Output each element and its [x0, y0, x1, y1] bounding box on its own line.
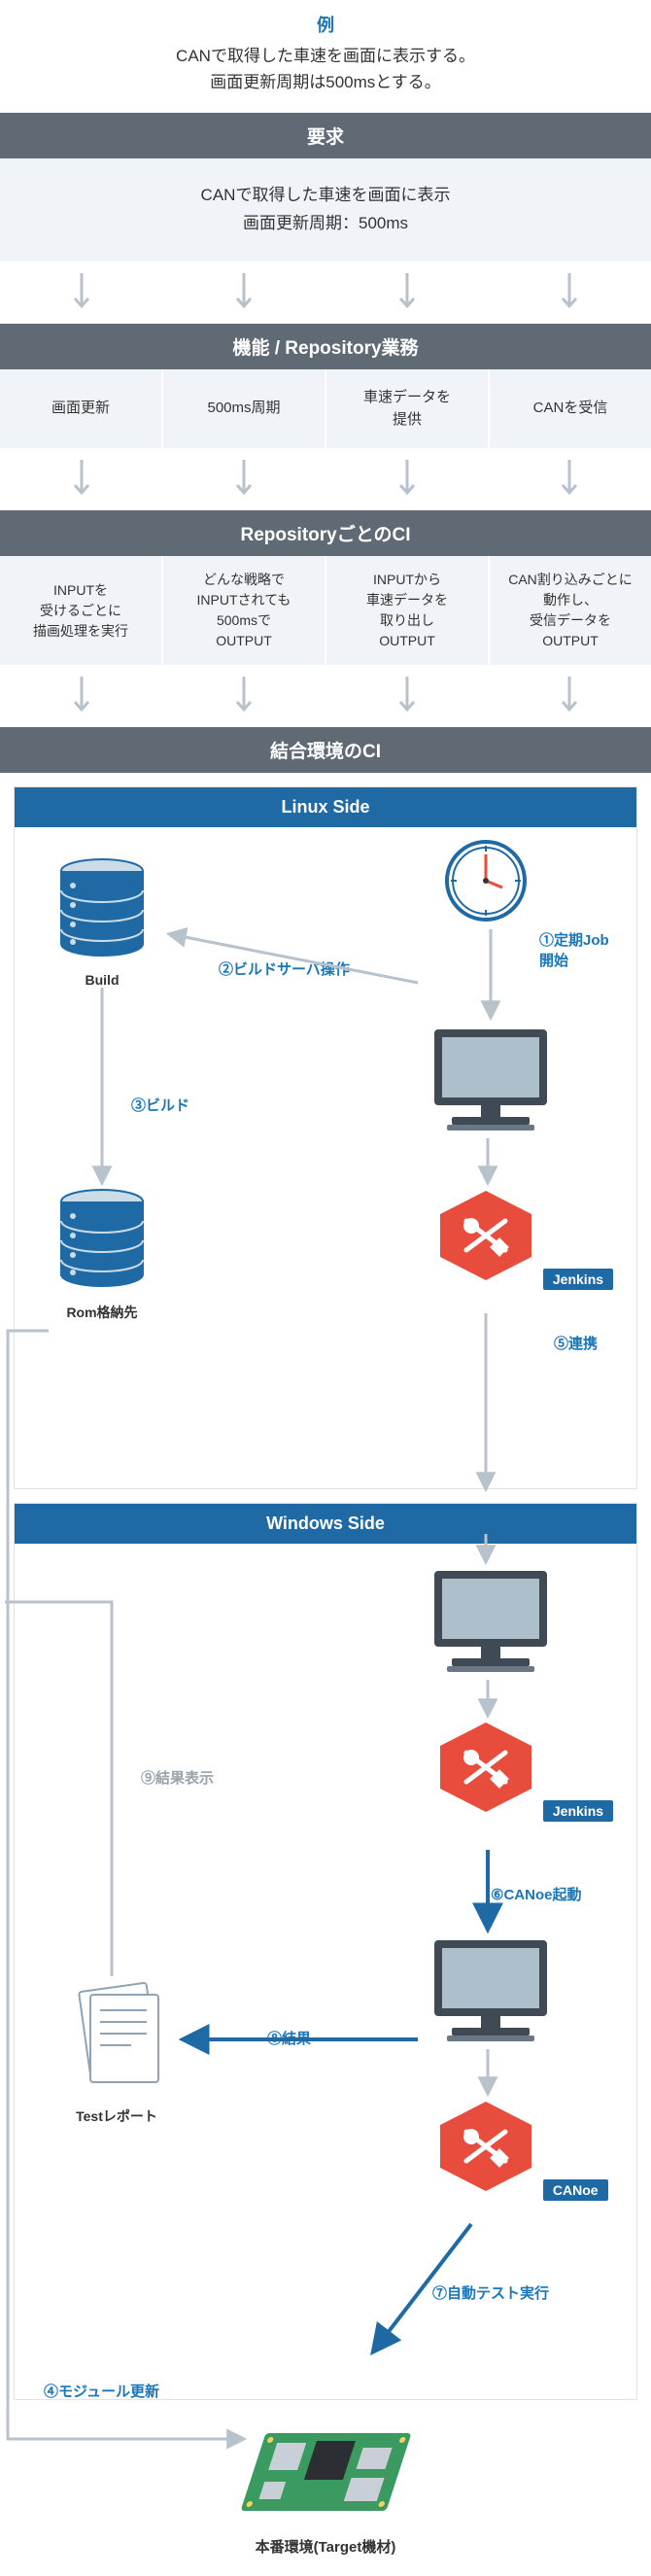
down-arrow-icon	[233, 675, 255, 717]
arrow-row-2	[0, 448, 651, 510]
linux-panel: Linux Side Build	[14, 786, 637, 1489]
down-arrow-icon	[559, 271, 580, 314]
down-arrow-icon	[396, 675, 418, 717]
ci-cell: INPUTから 車速データを 取り出し OUTPUT	[326, 556, 490, 665]
down-arrow-icon	[71, 271, 92, 314]
canoe-node: CANoe	[432, 2098, 608, 2201]
arrow-row-3	[0, 665, 651, 727]
jenkins-linux-node: Jenkins	[432, 1187, 613, 1290]
ci-cell-text: CAN割り込みごとに 動作し、 受信データを OUTPUT	[508, 570, 633, 651]
step-8-label: ⑧結果	[267, 2028, 311, 2048]
example-desc-2: 画面更新周期は500msとする。	[210, 73, 441, 91]
build-label: Build	[53, 972, 151, 988]
clock-icon	[442, 837, 530, 924]
computer-node-win1	[423, 1563, 559, 1683]
jenkins-label: Jenkins	[543, 1269, 613, 1290]
computer-icon	[423, 1932, 559, 2049]
step-1-label: ①定期Job 開始	[539, 929, 609, 970]
canoe-icon	[432, 2098, 539, 2195]
windows-panel: Windows Side Jenkins	[14, 1503, 637, 2400]
func-cell: 車速データを 提供	[326, 369, 490, 448]
func-cell-text: CANを受信	[533, 398, 608, 420]
canoe-label: CANoe	[543, 2179, 608, 2201]
integration-diagram: Linux Side Build	[0, 786, 651, 2576]
computer-icon	[423, 1563, 559, 1680]
step-4-label: ④モジュール更新	[44, 2381, 159, 2401]
example-label: 例	[0, 0, 651, 43]
test-report-node: Testレポート	[63, 1981, 170, 2126]
target-node	[228, 2414, 423, 2530]
functions-row: 画面更新 500ms周期 車速データを 提供 CANを受信	[0, 369, 651, 448]
func-cell: 500ms周期	[163, 369, 326, 448]
board-icon	[228, 2414, 423, 2530]
step-9-label: ⑨結果表示	[141, 1767, 214, 1788]
bar-ci-repo: RepositoryごとのCI	[0, 510, 651, 556]
linux-panel-body: Build Rom格納先	[15, 827, 636, 1488]
database-icon	[53, 1187, 151, 1294]
database-icon	[53, 856, 151, 963]
computer-icon	[423, 1022, 559, 1138]
jenkins-win-label: Jenkins	[543, 1800, 613, 1822]
document-icon	[63, 1981, 170, 2098]
step-7-label: ⑦自動テスト実行	[432, 2282, 549, 2303]
jenkins-win-node: Jenkins	[432, 1719, 613, 1822]
down-arrow-icon	[559, 675, 580, 717]
ci-cell: INPUTを 受けるごとに 描画処理を実行	[0, 556, 163, 665]
down-arrow-icon	[71, 458, 92, 501]
rom-node: Rom格納先	[53, 1187, 151, 1322]
func-cell-text: 500ms周期	[207, 398, 280, 420]
ci-cell-text: INPUTから 車速データを 取り出し OUTPUT	[366, 570, 448, 651]
down-arrow-icon	[396, 458, 418, 501]
example-description: CANで取得した車速を画面に表示する。 画面更新周期は500msとする。	[0, 43, 651, 113]
func-cell: CANを受信	[490, 369, 651, 448]
func-cell-text: 画面更新	[51, 398, 110, 420]
windows-panel-body: Jenkins CANoe	[15, 1544, 636, 2399]
target-label: 本番環境(Target機材)	[0, 2530, 651, 2576]
example-desc-1: CANで取得した車速を画面に表示する。	[176, 47, 475, 65]
step-6-label: ⑥CANoe起動	[491, 1884, 581, 1904]
down-arrow-icon	[233, 271, 255, 314]
build-node: Build	[53, 856, 151, 988]
computer-node-linux1	[423, 1022, 559, 1141]
arrow-row-1	[0, 261, 651, 324]
down-arrow-icon	[559, 458, 580, 501]
step-3-label: ③ビルド	[131, 1095, 189, 1115]
down-arrow-icon	[71, 675, 92, 717]
req-line-1: CANで取得した車速を画面に表示	[201, 186, 451, 204]
bar-functions: 機能 / Repository業務	[0, 324, 651, 369]
jenkins-icon	[432, 1719, 539, 1816]
ci-cell-text: どんな戦略で INPUTされても 500msで OUTPUT	[197, 570, 291, 651]
func-cell: 画面更新	[0, 369, 163, 448]
clock-node	[442, 837, 530, 927]
bar-requirements: 要求	[0, 113, 651, 158]
windows-panel-head: Windows Side	[15, 1504, 636, 1544]
down-arrow-icon	[396, 271, 418, 314]
down-arrow-icon	[233, 458, 255, 501]
jenkins-icon	[432, 1187, 539, 1284]
computer-node-win2	[423, 1932, 559, 2052]
rom-label: Rom格納先	[53, 1303, 151, 1322]
bar-ci-integration: 結合環境のCI	[0, 727, 651, 773]
requirements-box: CANで取得した車速を画面に表示 画面更新周期：500ms	[0, 158, 651, 261]
step-2-label: ②ビルドサーバ操作	[219, 958, 350, 979]
req-line-2: 画面更新周期：500ms	[243, 214, 408, 232]
step-5-label: ⑤連携	[554, 1333, 598, 1353]
func-cell-text: 車速データを 提供	[363, 387, 451, 431]
test-report-label: Testレポート	[63, 2106, 170, 2126]
ci-cell: CAN割り込みごとに 動作し、 受信データを OUTPUT	[490, 556, 651, 665]
ci-cell: どんな戦略で INPUTされても 500msで OUTPUT	[163, 556, 326, 665]
linux-panel-head: Linux Side	[15, 787, 636, 827]
ci-cell-text: INPUTを 受けるごとに 描画処理を実行	[33, 580, 128, 642]
ci-repo-row: INPUTを 受けるごとに 描画処理を実行 どんな戦略で INPUTされても 5…	[0, 556, 651, 665]
